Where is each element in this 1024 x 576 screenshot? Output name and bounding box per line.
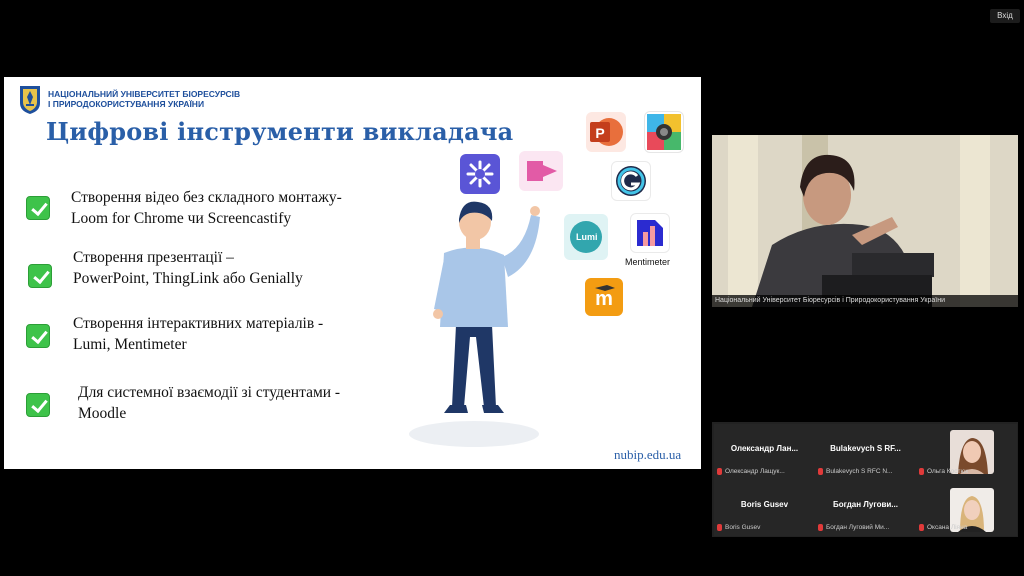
thinglink-icon — [644, 111, 684, 153]
bullet-3-line1: Створення інтерактивних матеріалів - — [73, 315, 324, 332]
participant-name: Богдан Лугови... — [833, 500, 898, 509]
participant-tile[interactable]: Богдан Лугови... Богдан Луговий Ми... — [815, 480, 916, 536]
check-icon — [26, 393, 50, 417]
check-icon — [28, 264, 52, 288]
check-icon — [26, 324, 50, 348]
university-logo — [20, 86, 40, 114]
bullet-3: Створення інтерактивних матеріалів - Lum… — [73, 313, 323, 355]
bullet-3-line2: Lumi, Mentimeter — [73, 336, 187, 353]
participant-tile[interactable]: Ольга Костюк — [916, 424, 1017, 480]
powerpoint-icon: P — [586, 112, 626, 152]
bullet-1-line1: Створення відео без складного монтажу- — [71, 189, 342, 206]
participant-name: Олександр Лан... — [730, 444, 799, 453]
participant-caption-text: Bulakevych S RFC N... — [826, 468, 893, 475]
university-name: НАЦІОНАЛЬНИЙ УНІВЕРСИТЕТ БІОРЕСУРСІВ І П… — [48, 89, 240, 109]
moodle-icon: m — [585, 278, 623, 316]
mentimeter-icon — [630, 213, 670, 253]
bullet-1-line2: Loom for Chrome чи Screencastify — [71, 210, 292, 227]
university-name-line2: І ПРИРОДОКОРИСТУВАННЯ УКРАЇНИ — [48, 99, 205, 109]
teacher-illustration — [409, 201, 540, 447]
participant-caption: Олександр Лащук... — [717, 467, 812, 477]
participant-caption-text: Богдан Луговий Ми... — [826, 524, 890, 531]
video-conference-window: Вхід НАЦІОНАЛЬНИЙ УНІВЕРСИТЕТ БІОРЕСУРСІ… — [0, 0, 1024, 576]
participant-caption-text: Олександр Лащук... — [725, 468, 785, 475]
bullet-2: Створення презентації – PowerPoint, Thin… — [73, 247, 303, 289]
mentimeter-label: Mentimeter — [625, 257, 671, 267]
speaker-image — [712, 135, 1018, 307]
participant-caption: Оксана Ліяна — [919, 523, 1014, 533]
slide-url: nubip.edu.ua — [614, 447, 682, 462]
participant-tile[interactable]: Оксана Ліяна — [916, 480, 1017, 536]
speaker-video[interactable]: Національний Університет Біоресурсів і П… — [712, 135, 1018, 307]
mic-muted-icon — [818, 523, 823, 531]
svg-text:m: m — [595, 288, 613, 310]
mic-muted-icon — [919, 467, 924, 475]
bullet-4-line2: Moodle — [78, 405, 127, 422]
participant-caption-text: Boris Gusev — [725, 524, 761, 531]
exit-button[interactable]: Вхід — [990, 9, 1020, 23]
shared-slide: НАЦІОНАЛЬНИЙ УНІВЕРСИТЕТ БІОРЕСУРСІВ І П… — [4, 77, 701, 469]
bullet-1: Створення відео без складного монтажу- L… — [71, 187, 342, 229]
participant-caption: Ольга Костюк — [919, 467, 1014, 477]
slide-title: Цифрові інструменти викладача — [46, 117, 514, 146]
svg-text:P: P — [595, 125, 604, 141]
mic-muted-icon — [717, 523, 722, 531]
bullet-4: Для системної взаємодії зі студентами - … — [78, 382, 340, 424]
bullet-2-line2: PowerPoint, ThingLink або Genially — [73, 270, 303, 287]
participants-gallery: Олександр Лан... Олександр Лащук... Bula… — [712, 422, 1018, 537]
check-icon — [26, 196, 50, 220]
participant-caption: Богдан Луговий Ми... — [818, 523, 913, 533]
participant-tile[interactable]: Олександр Лан... Олександр Лащук... — [714, 424, 815, 480]
participant-tile[interactable]: Boris Gusev Boris Gusev — [714, 480, 815, 536]
participant-caption-text: Оксана Ліяна — [927, 524, 968, 531]
genially-icon — [611, 161, 651, 201]
participant-tile[interactable]: Bulakevych S RF... Bulakevych S RFC N... — [815, 424, 916, 480]
mic-muted-icon — [717, 467, 722, 475]
participant-name: Bulakevych S RF... — [830, 444, 901, 453]
lumi-label: Lumi — [576, 232, 598, 242]
bullet-4-line1: Для системної взаємодії зі студентами - — [78, 384, 341, 401]
participant-caption: Boris Gusev — [717, 523, 812, 533]
loom-icon — [460, 154, 500, 194]
screencastify-icon — [519, 151, 563, 191]
participant-caption: Bulakevych S RFC N... — [818, 467, 913, 477]
lumi-icon: Lumi — [564, 214, 608, 260]
university-name-line1: НАЦІОНАЛЬНИЙ УНІВЕРСИТЕТ БІОРЕСУРСІВ — [48, 89, 241, 99]
bullet-2-line1: Створення презентації – — [73, 249, 234, 266]
mic-muted-icon — [818, 467, 823, 475]
mic-muted-icon — [919, 523, 924, 531]
participant-name: Boris Gusev — [740, 500, 789, 509]
speaker-caption: Національний Університет Біоресурсів і П… — [712, 295, 1018, 307]
participant-caption-text: Ольга Костюк — [927, 468, 969, 475]
